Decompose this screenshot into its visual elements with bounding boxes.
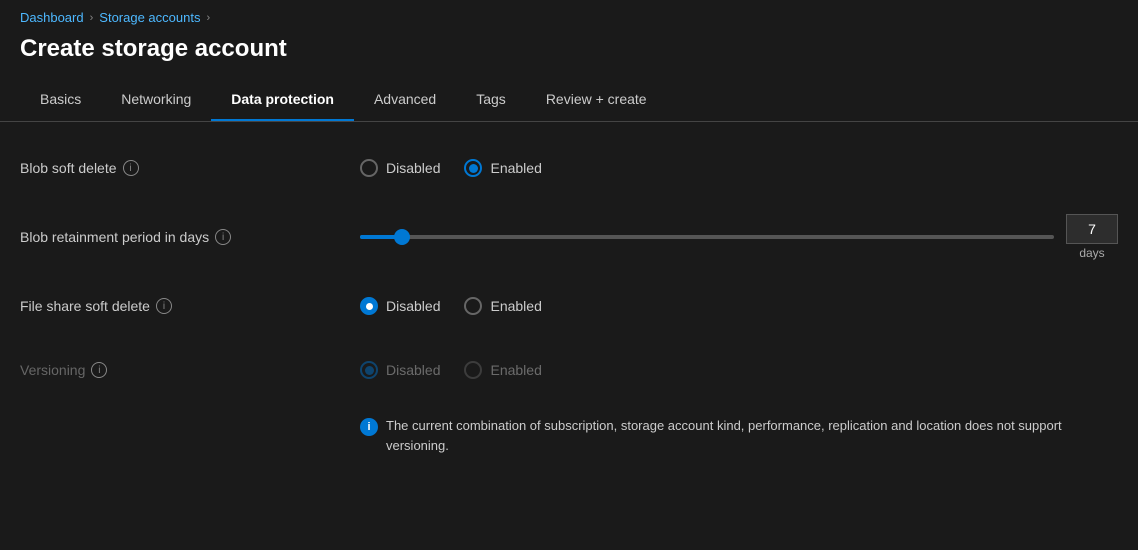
info-note-text: The current combination of subscription,…: [386, 416, 1118, 455]
tab-tags[interactable]: Tags: [456, 79, 526, 121]
blob-soft-delete-radio-group: Disabled Enabled: [360, 159, 542, 177]
tab-networking[interactable]: Networking: [101, 79, 211, 121]
info-note-icon-letter: i: [367, 421, 370, 433]
breadcrumb: Dashboard › Storage accounts ›: [0, 0, 1138, 31]
breadcrumb-chevron-1: ›: [90, 12, 94, 24]
file-share-soft-delete-label: File share soft delete i: [20, 298, 360, 314]
blob-soft-delete-text: Blob soft delete: [20, 160, 117, 176]
breadcrumb-dashboard[interactable]: Dashboard: [20, 10, 84, 25]
blob-soft-delete-disabled-option[interactable]: Disabled: [360, 159, 440, 177]
versioning-text: Versioning: [20, 362, 85, 378]
versioning-radio-group: Disabled Enabled: [360, 361, 542, 379]
blob-soft-delete-row: Blob soft delete i Disabled Enabled: [20, 150, 1118, 186]
versioning-disabled-radio: [360, 361, 378, 379]
file-share-disabled-option[interactable]: Disabled: [360, 297, 440, 315]
blob-soft-delete-enabled-radio[interactable]: [464, 159, 482, 177]
blob-retention-value-wrapper: 7 days: [1066, 214, 1118, 260]
blob-retention-text: Blob retainment period in days: [20, 229, 209, 245]
file-share-enabled-option[interactable]: Enabled: [464, 297, 541, 315]
tab-basics[interactable]: Basics: [20, 79, 101, 121]
blob-retention-value-box[interactable]: 7: [1066, 214, 1118, 244]
file-share-disabled-label: Disabled: [386, 298, 440, 314]
blob-retention-label: Blob retainment period in days i: [20, 229, 360, 245]
blob-soft-delete-label: Blob soft delete i: [20, 160, 360, 176]
content-area: Blob soft delete i Disabled Enabled Blob…: [0, 122, 1138, 475]
versioning-info-icon[interactable]: i: [91, 362, 107, 378]
versioning-enabled-option: Enabled: [464, 361, 541, 379]
blob-soft-delete-disabled-radio[interactable]: [360, 159, 378, 177]
file-share-soft-delete-text: File share soft delete: [20, 298, 150, 314]
file-share-soft-delete-info-icon[interactable]: i: [156, 298, 172, 314]
blob-retention-info-icon[interactable]: i: [215, 229, 231, 245]
versioning-info-note: i The current combination of subscriptio…: [20, 416, 1118, 455]
blob-retention-slider-thumb[interactable]: [394, 229, 410, 245]
blob-retention-unit: days: [1079, 246, 1104, 260]
blob-retention-slider-track[interactable]: [360, 235, 1054, 239]
page-title: Create storage account: [0, 31, 1138, 79]
blob-soft-delete-enabled-option[interactable]: Enabled: [464, 159, 541, 177]
versioning-disabled-option: Disabled: [360, 361, 440, 379]
file-share-soft-delete-row: File share soft delete i Disabled Enable…: [20, 288, 1118, 324]
blob-soft-delete-disabled-label: Disabled: [386, 160, 440, 176]
file-share-enabled-label: Enabled: [490, 298, 541, 314]
breadcrumb-chevron-2: ›: [206, 12, 210, 24]
blob-soft-delete-enabled-label: Enabled: [490, 160, 541, 176]
tabs-container: Basics Networking Data protection Advanc…: [0, 79, 1138, 122]
versioning-enabled-radio: [464, 361, 482, 379]
tab-data-protection[interactable]: Data protection: [211, 79, 354, 121]
versioning-row: Versioning i Disabled Enabled: [20, 352, 1118, 388]
blob-retention-slider-container: 7 days: [360, 214, 1118, 260]
info-note-icon: i: [360, 418, 378, 436]
file-share-enabled-radio[interactable]: [464, 297, 482, 315]
versioning-enabled-label: Enabled: [490, 362, 541, 378]
file-share-disabled-radio[interactable]: [360, 297, 378, 315]
blob-soft-delete-info-icon[interactable]: i: [123, 160, 139, 176]
breadcrumb-storage-accounts[interactable]: Storage accounts: [99, 10, 200, 25]
versioning-label: Versioning i: [20, 362, 360, 378]
blob-retention-row: Blob retainment period in days i 7 days: [20, 214, 1118, 260]
tab-advanced[interactable]: Advanced: [354, 79, 456, 121]
tab-review-create[interactable]: Review + create: [526, 79, 667, 121]
versioning-disabled-label: Disabled: [386, 362, 440, 378]
file-share-soft-delete-radio-group: Disabled Enabled: [360, 297, 542, 315]
